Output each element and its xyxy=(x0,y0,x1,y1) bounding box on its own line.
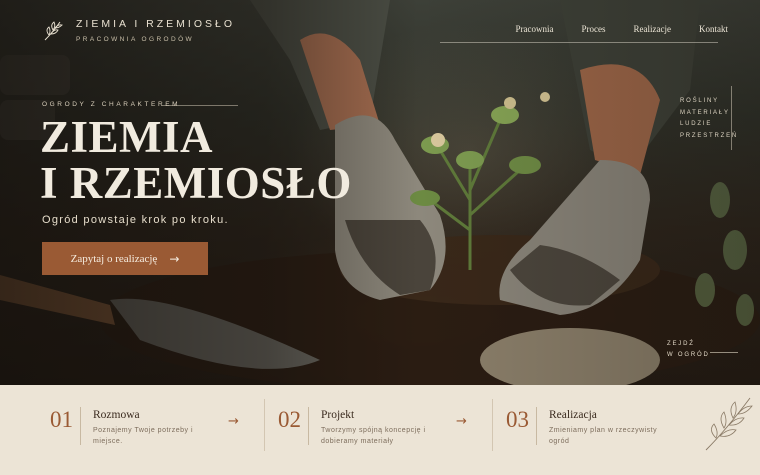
side-tag-divider xyxy=(731,86,732,150)
brand-title: ZIEMIA I RZEMIOSŁO xyxy=(76,18,236,30)
scroll-down-link[interactable]: ZEJDŹ W OGRÓD xyxy=(667,339,710,361)
step-divider xyxy=(308,407,309,445)
process-steps: 01 Rozmowa Poznajemy Twoje potrzeby i mi… xyxy=(0,385,760,475)
arrow-right-icon[interactable]: → xyxy=(456,414,467,429)
step-title: Projekt xyxy=(321,409,355,421)
step-description: Zmieniamy plan w rzeczywisty ogród xyxy=(549,427,658,445)
step-separator xyxy=(264,399,265,451)
step-divider xyxy=(80,407,81,445)
cta-label: Zapytaj o realizację xyxy=(70,252,158,265)
side-tag: MATERIAŁY xyxy=(680,109,730,116)
side-tag: PRZESTRZEŃ xyxy=(680,132,739,139)
side-tag: LUDZIE xyxy=(680,121,713,127)
logo[interactable]: ZIEMIA I RZEMIOSŁO PRACOWNIA OGRODÓW xyxy=(40,18,235,44)
step-divider xyxy=(536,407,537,445)
botanical-sprig-icon xyxy=(705,397,753,451)
step-number: 02 xyxy=(278,407,301,432)
step-item: 02 Projekt Tworzymy spójną koncepcję i d… xyxy=(266,385,494,475)
side-tag-list: ROŚLINY MATERIAŁY LUDZIE PRZESTRZEŃ xyxy=(680,96,738,142)
arrow-right-icon: → xyxy=(169,251,180,266)
hero-eyebrow: OGRODY Z CHARAKTEREM xyxy=(42,101,181,108)
step-title: Realizacja xyxy=(549,409,597,421)
eyebrow-divider xyxy=(162,105,238,106)
arrow-right-icon[interactable]: → xyxy=(228,414,239,429)
nav-item-realizacje[interactable]: Realizacje xyxy=(634,24,671,34)
step-number: 01 xyxy=(50,407,73,432)
main-nav: Pracownia Proces Realizacje Kontakt xyxy=(516,24,728,34)
scroll-tag-line-2: W OGRÓD xyxy=(667,352,710,358)
hero-tagline: Ogród powstaje krok po kroku. xyxy=(42,214,229,226)
nav-item-pracownia[interactable]: Pracownia xyxy=(516,24,554,34)
brand-subtitle: PRACOWNIA OGRODÓW xyxy=(76,36,195,43)
side-tag: ROŚLINY xyxy=(680,98,719,104)
scroll-tag-line-1: ZEJDŹ xyxy=(667,341,695,347)
step-number: 03 xyxy=(506,407,529,432)
step-item: 03 Realizacja Zmieniamy plan w rzeczywis… xyxy=(494,385,722,475)
step-item: 01 Rozmowa Poznajemy Twoje potrzeby i mi… xyxy=(38,385,266,475)
ask-about-project-button[interactable]: Zapytaj o realizację → xyxy=(42,242,208,275)
nav-item-proces[interactable]: Proces xyxy=(582,24,606,34)
nav-item-kontakt[interactable]: Kontakt xyxy=(699,24,728,34)
scroll-indicator-line xyxy=(710,352,738,353)
hero-title: ZIEMIA I RZEMIOSŁO xyxy=(40,114,352,206)
step-description: Poznajemy Twoje potrzeby i miejsce. xyxy=(93,427,194,445)
step-description: Tworzymy spójną koncepcję i dobieramy ma… xyxy=(321,427,426,445)
hero-title-line-1: ZIEMIA xyxy=(40,112,214,162)
hero-title-line-2: I RZEMIOSŁO xyxy=(40,158,352,208)
step-separator xyxy=(492,399,493,451)
step-title: Rozmowa xyxy=(93,409,140,421)
leaf-sprig-icon xyxy=(44,21,63,41)
nav-divider xyxy=(440,42,718,43)
